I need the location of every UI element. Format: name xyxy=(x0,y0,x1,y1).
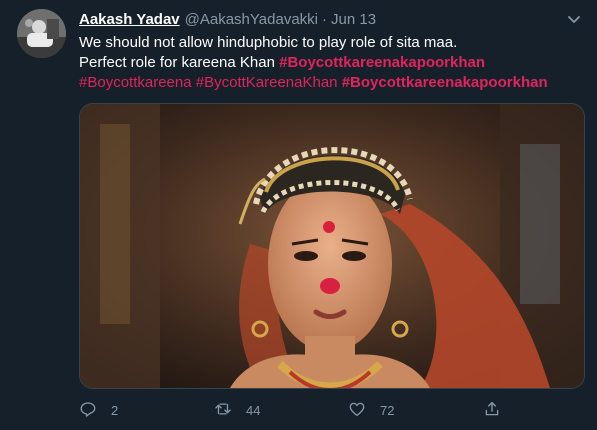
share-icon xyxy=(483,400,501,421)
tweet-date[interactable]: Jun 13 xyxy=(331,11,376,28)
separator-dot: · xyxy=(322,10,327,28)
reply-icon xyxy=(79,400,97,421)
tweet-header: Aakash Yadav @AakashYadavakki · Jun 13 xyxy=(79,9,376,29)
hashtag-link[interactable]: #Boycottkareenakapoorkhan xyxy=(279,54,485,71)
caret-down-icon[interactable] xyxy=(565,10,583,28)
retweet-button[interactable]: 44 xyxy=(214,398,260,422)
author-handle[interactable]: @AakashYadavakki xyxy=(185,11,318,28)
avatar[interactable] xyxy=(17,9,66,58)
reply-count: 2 xyxy=(111,402,119,418)
like-count: 72 xyxy=(380,402,395,418)
hashtag-link[interactable]: #Boycottkareena xyxy=(79,74,192,91)
retweet-icon xyxy=(214,400,232,421)
hashtag-link[interactable]: #BycottKareenaKhan xyxy=(196,74,338,91)
tweet-line-2: Perfect role for kareena Khan #Boycottka… xyxy=(79,53,579,73)
tweet-line-2-text: Perfect role for kareena Khan xyxy=(79,54,280,71)
reply-button[interactable]: 2 xyxy=(79,398,118,422)
author-name[interactable]: Aakash Yadav xyxy=(79,11,180,28)
like-button[interactable]: 72 xyxy=(348,398,394,422)
tweet-image[interactable] xyxy=(79,103,585,389)
tweet-text: We should not allow hinduphobic to play … xyxy=(79,33,579,93)
tweet-line-1: We should not allow hinduphobic to play … xyxy=(79,34,458,51)
tweet-line-3: #Boycottkareena #BycottKareenaKhan #Boyc… xyxy=(79,73,579,93)
tweet-actions: 2 44 72 xyxy=(79,398,583,422)
like-icon xyxy=(348,400,366,421)
retweet-count: 44 xyxy=(246,402,261,418)
tweet[interactable]: Aakash Yadav @AakashYadavakki · Jun 13 W… xyxy=(0,0,597,430)
hashtag-link[interactable]: #Boycottkareenakapoorkhan xyxy=(342,74,548,91)
share-button[interactable] xyxy=(483,398,501,422)
